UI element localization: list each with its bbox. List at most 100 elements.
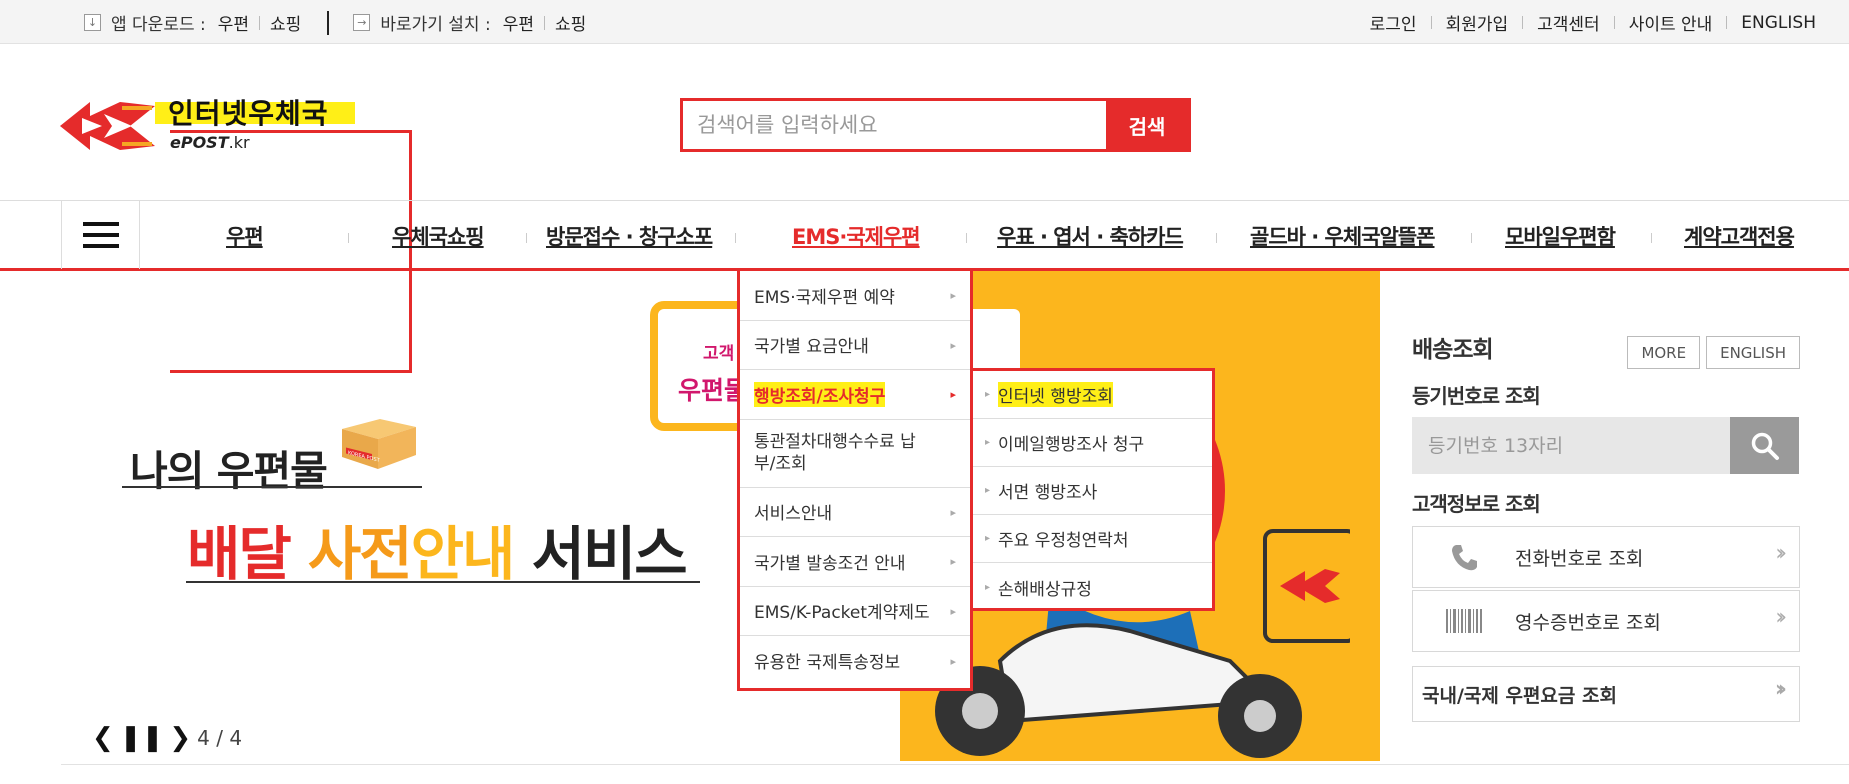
slide-controls: ❮ ❚❚ ❯ 4 / 4 (92, 723, 242, 753)
divider (1430, 16, 1432, 29)
chevron-right-icon: ▸ (950, 654, 956, 668)
chevron-right-icon: ▸ (950, 604, 956, 618)
download-icon: ↓ (84, 14, 101, 31)
hero-sub-part: 사전 (307, 520, 413, 588)
divider (543, 15, 545, 30)
next-slide-icon[interactable]: ❯ (169, 723, 191, 753)
dropdown-item-customs-fee[interactable]: 통관절차대행수수료 납부/조회 (740, 420, 970, 488)
chevron-right-icon: ▸ (950, 289, 956, 303)
dropdown-item-label: 서비스안내 (754, 504, 833, 525)
dropdown-item-kpacket[interactable]: EMS/K-Packet계약제도 ▸ (740, 587, 970, 636)
nav-item-stamps[interactable]: 우표 · 엽서 · 축하카드 (997, 221, 1184, 251)
phone-lookup-card[interactable]: 전화번호로 조회 ›› (1412, 526, 1800, 588)
double-chevron-icon: ›› (1775, 541, 1786, 566)
nav-item-contract[interactable]: 계약고객전용 (1684, 221, 1795, 251)
panel-buttons: MORE ENGLISH (1627, 336, 1800, 369)
nav-item-post[interactable]: 우편 (226, 221, 264, 251)
nav-divider (966, 233, 967, 243)
submenu-item-label: 서면 행방조사 (998, 483, 1098, 503)
receipt-lookup-label: 영수증번호로 조회 (1515, 611, 1661, 634)
dropdown-item-country-conditions[interactable]: 국가별 발송조건 안내 ▸ (740, 537, 970, 587)
hero-sub-part: 서비스 (513, 520, 688, 588)
slide-counter: 4 / 4 (197, 726, 243, 750)
nav-item-visit-parcel[interactable]: 방문접수 · 창구소포 (546, 221, 713, 251)
divider (327, 10, 330, 35)
receipt-lookup-card[interactable]: 영수증번호로 조회 ›› (1412, 590, 1800, 652)
hamburger-menu-icon[interactable] (61, 201, 140, 269)
submenu-item-label: 주요 우정청연락처 (998, 531, 1129, 551)
nav-item-shopping[interactable]: 우체국쇼핑 (392, 221, 485, 251)
app-download-shopping-link[interactable]: 쇼핑 (270, 10, 301, 35)
dropdown-item-tracking[interactable]: 행방조회/조사청구 ▸ (740, 370, 970, 420)
hero-underline (186, 581, 700, 583)
ems-dropdown-menu: EMS·국제우편 예약 ▸ 국가별 요금안내 ▸ 행방조회/조사청구 ▸ 통관절차대행… (737, 271, 973, 691)
phone-lookup-label: 전화번호로 조회 (1515, 547, 1644, 570)
shortcut-shopping-link[interactable]: 쇼핑 (555, 10, 586, 35)
signup-link[interactable]: 회원가입 (1446, 10, 1509, 35)
parcel-box-icon: KOREA POST (342, 419, 416, 469)
app-download-label: 앱 다운로드 : (111, 15, 206, 35)
dropdown-item-rates[interactable]: 국가별 요금안내 ▸ (740, 321, 970, 370)
customer-center-link[interactable]: 고객센터 (1537, 10, 1600, 35)
dropdown-item-label: EMS/K-Packet계약제도 (754, 603, 930, 624)
search-icon (1751, 432, 1779, 460)
shortcut-label: 바로가기 설치 : (380, 15, 491, 35)
english-link[interactable]: ENGLISH (1741, 13, 1816, 33)
submenu-item-label: 손해배상규정 (998, 579, 1092, 600)
dropdown-item-label: 유용한 국제특송정보 (754, 653, 901, 674)
dropdown-item-reservation[interactable]: EMS·국제우편 예약 ▸ (740, 271, 970, 321)
main-nav: 우편 우체국쇼핑 방문접수 · 창구소포 EMS·국제우편 우표 · 엽서 · … (0, 200, 1849, 271)
more-button[interactable]: MORE (1627, 336, 1701, 369)
shortcut-post-link[interactable]: 우편 (503, 10, 534, 35)
english-button[interactable]: ENGLISH (1706, 336, 1800, 369)
prev-slide-icon[interactable]: ❮ (92, 723, 114, 753)
search-input[interactable] (683, 101, 1106, 149)
nav-item-ems[interactable]: EMS·국제우편 (792, 221, 921, 251)
chevron-right-icon: ▸ (950, 555, 956, 569)
submenu-item-internet-tracking[interactable]: ▸ 인터넷 행방조회 (973, 371, 1212, 419)
submenu-item-contacts[interactable]: ▸ 주요 우정청연락처 (973, 515, 1212, 563)
epost-logo[interactable]: 인터넷우체국 ePOST.kr (60, 97, 412, 373)
tracking-search-button[interactable] (1730, 417, 1799, 474)
tracking-number-input[interactable] (1412, 417, 1730, 474)
dropdown-item-service-guide[interactable]: 서비스안내 ▸ (740, 488, 970, 537)
divider (259, 15, 261, 30)
nav-item-mobile-mailbox[interactable]: 모바일우편함 (1505, 221, 1616, 251)
by-customer-title: 고객정보로 조회 (1412, 492, 1541, 516)
rate-lookup-label: 국내/국제 우편요금 조회 (1422, 684, 1617, 707)
dropdown-item-useful-info[interactable]: 유용한 국제특송정보 ▸ (740, 636, 970, 686)
bullet-icon: ▸ (985, 437, 991, 448)
logo-emblem-icon (60, 102, 155, 150)
site-guide-link[interactable]: 사이트 안내 (1629, 10, 1713, 35)
logo-sub-main: ePOST (170, 133, 229, 152)
site-search: 검색 (680, 98, 1191, 152)
tracking-panel: 배송조회 MORE ENGLISH 등기번호로 조회 고객정보로 조회 전화번호… (1412, 330, 1800, 722)
app-links: ↓ 앱 다운로드 : 우편 쇼핑 → 바로가기 설치 : 우편 쇼핑 (84, 10, 586, 35)
account-links: 로그인 회원가입 고객센터 사이트 안내 ENGLISH (1370, 10, 1816, 36)
dropdown-item-label: 행방조회/조사청구 (754, 381, 886, 407)
submenu-item-compensation[interactable]: ▸ 손해배상규정 (973, 563, 1212, 611)
dropdown-item-label: 국가별 발송조건 안내 (754, 553, 906, 574)
submenu-item-email-inquiry[interactable]: ▸ 이메일행방조사 청구 (973, 419, 1212, 467)
bullet-icon: ▸ (985, 389, 991, 400)
login-link[interactable]: 로그인 (1370, 10, 1417, 35)
divider (61, 764, 1849, 765)
nav-item-goldbar[interactable]: 골드바 · 우체국알뜰폰 (1250, 221, 1435, 251)
tracking-number-search (1412, 417, 1799, 474)
submenu-item-written-inquiry[interactable]: ▸ 서면 행방조사 (973, 467, 1212, 515)
dropdown-item-label: 통관절차대행수수료 납부/조회 (754, 432, 916, 474)
rate-lookup-card[interactable]: 국내/국제 우편요금 조회 ›› (1412, 666, 1800, 722)
hero-underline (122, 486, 422, 488)
phone-icon (1452, 545, 1477, 571)
divider (1613, 16, 1615, 29)
dropdown-item-label: 국가별 요금안내 (754, 337, 869, 358)
hero-headline: 나의 우편물 (130, 447, 328, 495)
hero-sub-part: 안내 (410, 520, 516, 588)
bullet-icon: ▸ (985, 581, 991, 593)
double-chevron-icon: ›› (1774, 677, 1787, 702)
app-download-post-link[interactable]: 우편 (218, 10, 249, 35)
pause-icon[interactable]: ❚❚ (120, 723, 164, 753)
search-button[interactable]: 검색 (1106, 101, 1188, 149)
top-utility-bar: ↓ 앱 다운로드 : 우편 쇼핑 → 바로가기 설치 : 우편 쇼핑 로그인 회… (0, 0, 1849, 44)
logo-brand-text: 인터넷우체국 (168, 97, 329, 130)
